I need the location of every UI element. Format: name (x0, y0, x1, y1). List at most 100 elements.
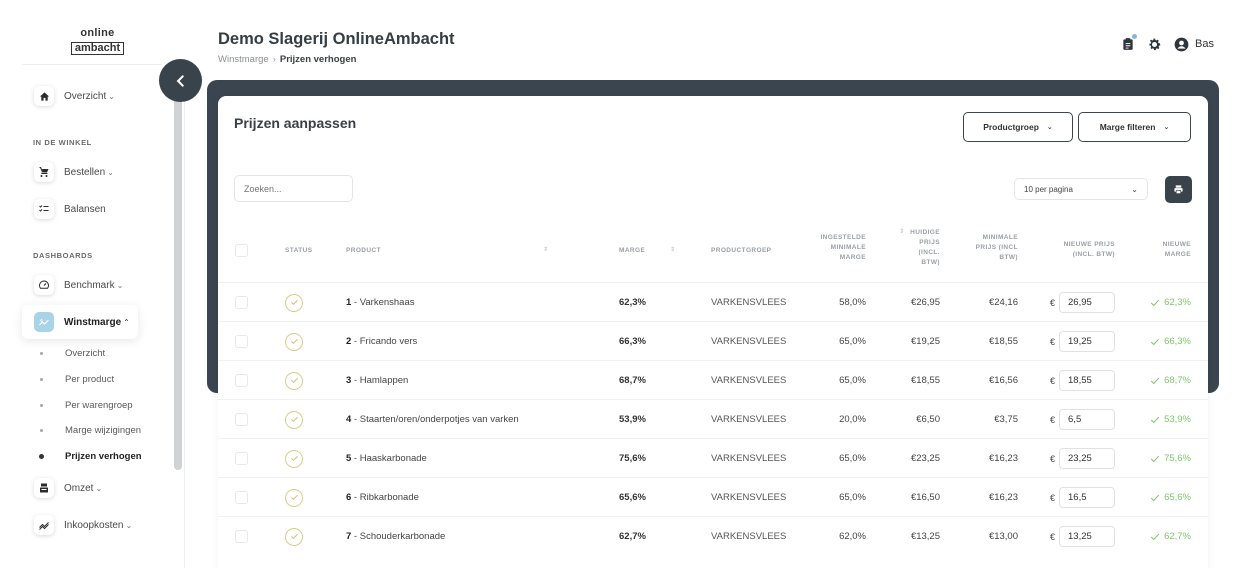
current-price-cell: €6,50 (916, 414, 940, 425)
logo-bottom: ambacht (70, 42, 125, 55)
button-label: Productgroep (983, 122, 1039, 132)
min-marge-cell: 65,0% (839, 375, 866, 386)
sidebar-item-label: Balansen (64, 203, 106, 215)
new-marge-cell: 65,6% (1143, 478, 1191, 517)
chevron-down-icon: ⌄ (108, 91, 115, 101)
print-icon (1174, 185, 1183, 194)
clipboard-icon[interactable] (1121, 34, 1138, 52)
product-cell: 1 - Varkenshaas (346, 297, 415, 308)
row-checkbox[interactable] (235, 517, 248, 556)
new-price-input[interactable]: 23,25 (1059, 448, 1116, 469)
sidebar-item-winstmarge[interactable]: Winstmarge ⌃ (22, 305, 138, 339)
product-cell: 2 - Fricando vers (346, 336, 418, 347)
new-price-input[interactable]: 13,25 (1059, 526, 1116, 547)
notification-badge (1132, 34, 1138, 39)
header-line: BTW) (921, 259, 940, 266)
check-icon (1150, 533, 1160, 540)
marge-cell: 62,7% (619, 531, 646, 542)
min-price-cell: €3,75 (994, 414, 1018, 425)
product-name: Varkenshaas (359, 297, 415, 308)
header-line: NIEUWE PRIJS (1063, 241, 1115, 248)
sidebar-scrollbar[interactable] (174, 92, 182, 470)
user-menu[interactable]: Bas (1174, 37, 1214, 52)
sub-item-label: Marge wijzigingen (65, 424, 142, 436)
sidebar-item-overzicht[interactable]: Overzicht ⌄ (22, 79, 115, 113)
new-marge-value: 68,7% (1164, 375, 1191, 386)
row-checkbox[interactable] (235, 400, 248, 439)
header-huidige-prijs[interactable]: HUIDIGE PRIJS (INCL. BTW) (898, 228, 940, 268)
chart-icon (34, 312, 54, 332)
row-checkbox[interactable] (235, 283, 248, 322)
min-marge-cell: 20,0% (839, 414, 866, 425)
search-input[interactable] (234, 175, 353, 202)
sidebar-item-bestellen[interactable]: Bestellen ⌄ (22, 155, 114, 189)
status-cell (285, 439, 303, 478)
new-price-cell: €6,5 (1050, 400, 1116, 439)
new-price-input[interactable]: 19,25 (1059, 331, 1116, 352)
sub-item-overzicht[interactable]: Overzicht (40, 346, 105, 360)
sidebar-item-benchmark[interactable]: Benchmark ⌄ (22, 268, 123, 302)
new-price-input[interactable]: 16,5 (1059, 487, 1116, 508)
header-product[interactable]: PRODUCT (346, 246, 381, 256)
gear-icon[interactable] (1147, 37, 1162, 52)
header-productgroep[interactable]: PRODUCTGROEP (711, 246, 771, 256)
header-marge[interactable]: MARGE (619, 246, 645, 256)
product-number: 3 (346, 375, 352, 386)
header-line: (INCL. (918, 249, 940, 256)
check-circle-icon (285, 488, 303, 507)
select-all-checkbox[interactable] (235, 244, 248, 257)
sub-item-per-warengroep[interactable]: Per warengroep (40, 398, 133, 412)
check-circle-icon (285, 371, 303, 390)
table-row: 1 - Varkenshaas 62,3% VARKENSVLEES 58,0%… (218, 282, 1208, 321)
productgroup-filter-button[interactable]: Productgroep ⌄ (963, 112, 1073, 142)
new-price-input[interactable]: 18,55 (1059, 370, 1116, 391)
sub-item-prijzen-verhogen[interactable]: Prijzen verhogen (39, 449, 142, 463)
header-nieuwe-prijs[interactable]: NIEUWE PRIJS (INCL. BTW) (1048, 240, 1115, 260)
table-row: 3 - Hamlappen 68,7% VARKENSVLEES 65,0% €… (218, 360, 1208, 399)
sub-item-marge-wijzigingen[interactable]: Marge wijzigingen (40, 423, 141, 437)
min-marge-cell: 58,0% (839, 297, 866, 308)
header-ingestelde-minimale-marge[interactable]: INGESTELDE MINIMALE MARGE (806, 233, 866, 263)
sidebar-item-omzet[interactable]: Omzet ⌄ (22, 471, 102, 505)
new-price-input[interactable]: 6,5 (1059, 409, 1116, 430)
product-number: 1 (346, 297, 352, 308)
sort-icon[interactable]: ⇕ (543, 246, 548, 253)
new-price-input[interactable]: 26,95 (1059, 292, 1116, 313)
breadcrumb-link[interactable]: Winstmarge (218, 54, 269, 65)
row-checkbox[interactable] (235, 439, 248, 478)
check-circle-icon (285, 332, 303, 351)
row-checkbox[interactable] (235, 478, 248, 517)
new-price-cell: €13,25 (1050, 517, 1116, 556)
sub-item-label: Overzicht (65, 347, 106, 359)
sidebar-item-label: Inkoopkosten (64, 519, 124, 531)
header-status[interactable]: STATUS (285, 246, 312, 256)
header-minimale-prijs[interactable]: MINIMALE PRIJS (INCL BTW) (958, 233, 1018, 263)
header-nieuwe-marge[interactable]: NIEUWE MARGE (1143, 240, 1191, 260)
product-number: 5 (346, 453, 352, 464)
sort-icon[interactable]: ⇕ (670, 246, 675, 253)
chevron-down-icon: ⌄ (1131, 184, 1138, 194)
print-button[interactable] (1165, 176, 1192, 203)
row-checkbox[interactable] (235, 322, 248, 361)
bullet (40, 428, 43, 432)
currency-symbol: € (1050, 492, 1056, 503)
divider (22, 64, 162, 65)
sidebar-item-balansen[interactable]: Balansen (22, 192, 106, 226)
marge-filter-button[interactable]: Marge filteren ⌄ (1078, 112, 1191, 142)
product-number: 2 (346, 336, 352, 347)
breadcrumb-separator: › (272, 54, 276, 65)
gauge-icon (34, 275, 54, 295)
collapse-sidebar-button[interactable] (159, 59, 202, 102)
row-checkbox[interactable] (235, 361, 248, 400)
per-page-select[interactable]: 10 per pagina ⌄ (1014, 178, 1148, 200)
product-name: Fricando vers (359, 336, 418, 347)
new-marge-cell: 68,7% (1143, 361, 1191, 400)
productgroup-cell: VARKENSVLEES (711, 531, 787, 542)
sidebar-item-inkoopkosten[interactable]: Inkoopkosten ⌄ (22, 508, 132, 542)
product-cell: 7 - Schouderkarbonade (346, 531, 446, 542)
table-row: 6 - Ribkarbonade 65,6% VARKENSVLEES 65,0… (218, 477, 1208, 516)
product-number: 7 (346, 531, 352, 542)
current-price-cell: €18,55 (910, 375, 940, 386)
logo[interactable]: online ambacht (64, 28, 131, 55)
sub-item-per-product[interactable]: Per product (40, 372, 114, 386)
